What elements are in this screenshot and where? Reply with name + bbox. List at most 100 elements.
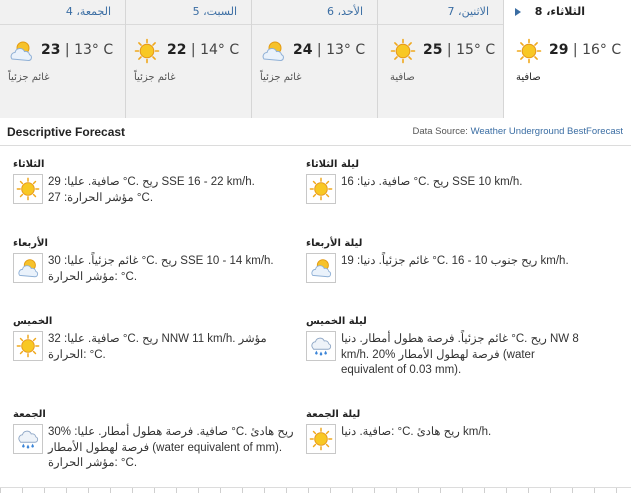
- forecast-line: غائم جزئياً. دنيا: 19 °C. ريح جنوب 10 - …: [341, 255, 569, 267]
- day-temperature: 22 | 14° C: [167, 42, 239, 58]
- forecast-period-title: ليلة الخميس: [306, 316, 367, 327]
- partly-cloudy-icon: [10, 41, 32, 62]
- day-low: 13° C: [74, 42, 114, 58]
- day-temperature: 23 | 13° C: [41, 42, 113, 58]
- temp-separator: |: [60, 42, 75, 58]
- day-tab-0[interactable]: الجمعة، 4 23 | 13° C غائم جزئياً: [0, 0, 126, 118]
- forecast-block-thursday-night: ليلة الخميس غائم جزئياً. فرصة هطول أمطار…: [306, 316, 624, 376]
- day-tab-label: الأحد، 6: [327, 5, 363, 18]
- forecast-period-title: ليلة الأربعاء: [306, 238, 363, 249]
- forecast-text: صافية. عليا: 32 °C. ريح NNW 11 km/h. مؤش…: [48, 332, 267, 363]
- day-low: 16° C: [582, 42, 622, 58]
- forecast-line: صافية. عليا: 29 °C. ريح SSE 16 - 22 km/h…: [48, 176, 255, 188]
- day-low: 14° C: [200, 42, 240, 58]
- day-tab-label: الثلاثاء، 8: [534, 5, 585, 18]
- temp-separator: |: [186, 42, 201, 58]
- forecast-line: الحرارة: °C.: [48, 348, 106, 361]
- sunny-icon: [13, 331, 43, 361]
- sunny-icon: [306, 424, 336, 454]
- day-tab-4[interactable]: الثلاثاء، 8 29 | 16° C صافية: [504, 0, 631, 118]
- forecast-line: مؤشر الحرارة: 27 °C.: [48, 191, 154, 204]
- sunny-icon: [134, 38, 160, 64]
- forecast-period-title: ليلة الثلاثاء: [306, 159, 359, 170]
- forecast-block-wednesday: الأربعاء غائم جزئياً. عليا: 30 °C. ريح S…: [13, 238, 293, 283]
- forecast-text: غائم جزئياً. دنيا: 19 °C. ريح جنوب 10 - …: [341, 254, 569, 270]
- forecast-block-wednesday-night: ليلة الأربعاء غائم جزئياً. دنيا: 19 °C. …: [306, 238, 624, 283]
- day-tab-3[interactable]: الاثنين، 7 25 | 15° C صافية: [378, 0, 504, 118]
- temp-separator: |: [568, 42, 583, 58]
- day-temperature: 25 | 15° C: [423, 42, 495, 58]
- rain-icon: [306, 331, 336, 361]
- data-source-label: Data Source:: [412, 126, 471, 137]
- forecast-line: مؤشر الحرارة: °C.: [48, 270, 138, 283]
- sunny-icon: [516, 38, 542, 64]
- day-tab-header: السبت، 5: [126, 0, 251, 25]
- bottom-scale: [0, 487, 631, 493]
- day-low: 13° C: [326, 42, 366, 58]
- forecast-line: صافية. فرصة هطول أمطار. عليا: %30 °C. ري…: [48, 426, 294, 438]
- day-tab-label: الجمعة، 4: [65, 5, 111, 18]
- forecast-block-thursday: الخميس صافية. عليا: 32 °C. ريح NNW 11 km…: [13, 316, 298, 361]
- data-source-link[interactable]: Weather Underground BestForecast: [471, 126, 623, 137]
- day-tab-header: الجمعة، 4: [0, 0, 125, 25]
- forecast-line: صافية. دنيا: °C. ريح هادئ km/h.: [341, 426, 492, 438]
- day-high: 22: [167, 42, 187, 58]
- forecast-text: صافية. فرصة هطول أمطار. عليا: %30 °C. ري…: [48, 425, 294, 472]
- day-temperature: 24 | 13° C: [293, 42, 365, 58]
- day-low: 15° C: [456, 42, 496, 58]
- divider: [0, 145, 631, 146]
- descriptive-forecast-title: Descriptive Forecast: [7, 125, 126, 139]
- forecast-text: صافية. عليا: 29 °C. ريح SSE 16 - 22 km/h…: [48, 175, 255, 206]
- forecast-period-title: الثلاثاء: [13, 159, 45, 170]
- day-tab-header: الثلاثاء، 8: [504, 0, 631, 25]
- forecast-text: صافية. دنيا: 16 °C. ريح SSE 10 km/h.: [341, 175, 522, 191]
- day-tab-header: الاثنين، 7: [378, 0, 503, 25]
- day-high: 23: [41, 42, 61, 58]
- forecast-period-title: الخميس: [13, 316, 53, 327]
- partly-cloudy-icon: [306, 253, 336, 283]
- forecast-text: صافية. دنيا: °C. ريح هادئ km/h.: [341, 425, 491, 441]
- selected-arrow-icon: [515, 8, 521, 16]
- forecast-text: غائم جزئياً. عليا: 30 °C. ريح SSE 10 - 1…: [48, 254, 274, 285]
- day-temperature: 29 | 16° C: [549, 42, 621, 58]
- day-high: 29: [549, 42, 569, 58]
- forecast-line: صافية. دنيا: 16 °C. ريح SSE 10 km/h.: [341, 176, 523, 188]
- forecast-block-tuesday-night: ليلة الثلاثاء صافية. دنيا: 16 °C. ريح SS…: [306, 159, 616, 204]
- temp-separator: |: [442, 42, 457, 58]
- partly-cloudy-icon: [262, 41, 284, 62]
- forecast-period-title: الأربعاء: [13, 238, 48, 249]
- day-tab-header: الأحد، 6: [252, 0, 377, 25]
- day-tab-label: السبت، 5: [192, 5, 237, 18]
- day-tab-1[interactable]: السبت، 5 22 | 14° C غائم جزئياً: [126, 0, 252, 118]
- forecast-text: غائم جزئياً. فرصة هطول أمطار. دنيا °C. ر…: [341, 332, 579, 379]
- sunny-icon: [13, 174, 43, 204]
- data-source: Data Source: Weather Underground BestFor…: [412, 126, 623, 137]
- forecast-block-friday: الجمعة صافية. فرصة هطول أمطار. عليا: %30…: [13, 409, 298, 469]
- forecast-line: km/h. 20% فرصة لهطول الأمطار (water: [341, 348, 535, 361]
- day-high: 25: [423, 42, 443, 58]
- rain-icon: [13, 424, 43, 454]
- partly-cloudy-icon: [13, 253, 43, 283]
- day-condition: غائم جزئياً: [8, 72, 50, 83]
- forecast-period-title: ليلة الجمعة: [306, 409, 361, 420]
- forecast-line: صافية. عليا: 32 °C. ريح NNW 11 km/h. مؤش…: [48, 333, 267, 345]
- temp-separator: |: [312, 42, 327, 58]
- forecast-line: غائم جزئياً. عليا: 30 °C. ريح SSE 10 - 1…: [48, 255, 274, 267]
- forecast-line: غائم جزئياً. فرصة هطول أمطار. دنيا °C. ر…: [341, 333, 579, 345]
- forecast-period-title: الجمعة: [13, 409, 46, 420]
- day-high: 24: [293, 42, 313, 58]
- day-strip: الجمعة، 4 23 | 13° C غائم جزئياً السبت، …: [0, 0, 631, 118]
- forecast-line: equivalent of 0.03 mm).: [341, 364, 462, 376]
- sunny-icon: [390, 38, 416, 64]
- forecast-block-friday-night: ليلة الجمعة صافية. دنيا: °C. ريح هادئ km…: [306, 409, 616, 454]
- day-condition: غائم جزئياً: [134, 72, 176, 83]
- day-condition: صافية: [390, 72, 415, 83]
- day-condition: غائم جزئياً: [260, 72, 302, 83]
- day-tab-label: الاثنين، 7: [447, 5, 489, 18]
- day-condition: صافية: [516, 72, 541, 83]
- forecast-line: فرصة لهطول الأمطار (water equivalent of …: [48, 441, 283, 454]
- sunny-icon: [306, 174, 336, 204]
- forecast-line: مؤشر الحرارة: °C.: [48, 457, 138, 469]
- day-tab-2[interactable]: الأحد، 6 24 | 13° C غائم جزئياً: [252, 0, 378, 118]
- forecast-block-tuesday: الثلاثاء صافية. عليا: 29 °C. ريح SSE 16 …: [13, 159, 293, 204]
